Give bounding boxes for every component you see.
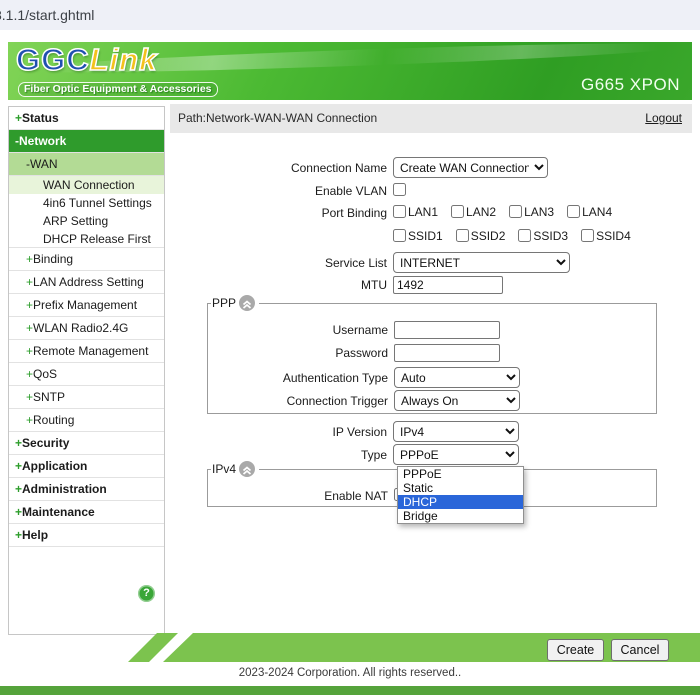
- port-binding-lan-row: Port Binding LAN1 LAN2 LAN3 LAN4: [170, 205, 694, 227]
- connection-trigger-row: Connection TriggerAlways On: [208, 390, 656, 412]
- username-row: Username: [208, 321, 656, 343]
- authentication-type-label: Authentication Type: [208, 371, 394, 385]
- ip-version-select[interactable]: IPv4: [393, 421, 519, 442]
- device-model-label: G665 XPON: [581, 75, 680, 95]
- sidebar-item-application[interactable]: +Application: [9, 455, 164, 478]
- password-row: Password: [208, 344, 656, 366]
- sidebar-item-binding[interactable]: +Binding: [9, 248, 164, 271]
- ip-version-label: IP Version: [170, 425, 393, 439]
- service-list-row: Service ListINTERNET: [170, 252, 694, 274]
- sidebar-item-help[interactable]: +Help: [9, 524, 164, 547]
- lan4-label: LAN4: [582, 205, 612, 219]
- sidebar-item-routing[interactable]: +Routing: [9, 409, 164, 432]
- sidebar-item-wan-connection[interactable]: WAN Connection: [9, 176, 164, 194]
- lan1-label: LAN1: [408, 205, 438, 219]
- lan3-label: LAN3: [524, 205, 554, 219]
- username-label: Username: [208, 323, 394, 337]
- port-binding-label: Port Binding: [170, 206, 393, 220]
- brand-tagline: Fiber Optic Equipment & Accessories: [18, 82, 218, 97]
- type-select[interactable]: PPPoE: [393, 444, 519, 465]
- enable-vlan-label: Enable VLAN: [170, 184, 393, 198]
- sidebar-item-4in6-tunnel-settings[interactable]: 4in6 Tunnel Settings: [9, 194, 164, 212]
- sidebar-item-dhcp-release-first[interactable]: DHCP Release First: [9, 230, 164, 248]
- sidebar-item-sntp[interactable]: +SNTP: [9, 386, 164, 409]
- sidebar-item-remote-management[interactable]: +Remote Management: [9, 340, 164, 363]
- password-input[interactable]: [394, 344, 500, 362]
- authentication-type-row: Authentication TypeAuto: [208, 367, 656, 389]
- connection-name-select[interactable]: Create WAN Connection: [393, 157, 548, 178]
- type-option-static[interactable]: Static: [398, 481, 523, 495]
- ssid4-label: SSID4: [596, 229, 631, 243]
- mtu-label: MTU: [170, 278, 393, 292]
- browser-url-bar[interactable]: 8.1.1/start.ghtml: [0, 0, 700, 30]
- sidebar-item-prefix-management[interactable]: +Prefix Management: [9, 294, 164, 317]
- sidebar-item-maintenance[interactable]: +Maintenance: [9, 501, 164, 524]
- breadcrumb-bar: Path:Network-WAN-WAN Connection Logout: [170, 104, 692, 133]
- username-input[interactable]: [394, 321, 500, 339]
- sidebar-item-network[interactable]: -Network: [9, 130, 164, 153]
- breadcrumb: Path:Network-WAN-WAN Connection: [178, 104, 377, 133]
- port-binding-ssid1-checkbox[interactable]: [393, 229, 406, 242]
- port-binding-lan4-checkbox[interactable]: [567, 205, 580, 218]
- password-label: Password: [208, 346, 394, 360]
- create-button[interactable]: Create: [547, 639, 604, 661]
- sidebar-item-administration[interactable]: +Administration: [9, 478, 164, 501]
- authentication-type-select[interactable]: Auto: [394, 367, 520, 388]
- enable-vlan-row: Enable VLAN: [170, 183, 694, 205]
- mtu-input[interactable]: [393, 276, 503, 294]
- type-label: Type: [170, 448, 393, 462]
- copyright-text: 2023-2024 Corporation. All rights reserv…: [0, 667, 700, 679]
- help-icon[interactable]: ?: [138, 585, 155, 602]
- ssid3-label: SSID3: [533, 229, 568, 243]
- port-binding-lan3-checkbox[interactable]: [509, 205, 522, 218]
- type-dropdown-list: PPPoE Static DHCP Bridge: [397, 466, 524, 524]
- type-option-dhcp[interactable]: DHCP: [398, 495, 523, 509]
- port-binding-lan1-checkbox[interactable]: [393, 205, 406, 218]
- logout-link[interactable]: Logout: [645, 104, 682, 133]
- type-option-pppoe[interactable]: PPPoE: [398, 467, 523, 481]
- ppp-section-title: PPP: [212, 296, 236, 310]
- sidebar-item-arp-setting[interactable]: ARP Setting: [9, 212, 164, 230]
- type-option-bridge[interactable]: Bridge: [398, 509, 523, 523]
- sidebar-item-lan-address-setting[interactable]: +LAN Address Setting: [9, 271, 164, 294]
- sidebar-item-status[interactable]: +Status: [9, 107, 164, 130]
- header-banner: GGCLink Fiber Optic Equipment & Accessor…: [8, 42, 692, 100]
- sidebar-item-wan[interactable]: -WAN: [9, 153, 164, 176]
- service-list-label: Service List: [170, 256, 393, 270]
- ppp-collapse-icon[interactable]: [239, 295, 255, 311]
- enable-nat-label: Enable NAT: [208, 489, 394, 503]
- connection-trigger-label: Connection Trigger: [208, 394, 394, 408]
- ssid2-label: SSID2: [471, 229, 506, 243]
- port-binding-lan2-checkbox[interactable]: [451, 205, 464, 218]
- ssid1-label: SSID1: [408, 229, 443, 243]
- port-binding-ssid3-checkbox[interactable]: [518, 229, 531, 242]
- logo-text-accent: Link: [90, 42, 158, 77]
- connection-name-row: Connection NameCreate WAN Connection: [170, 157, 694, 179]
- browser-url-text: 8.1.1/start.ghtml: [0, 0, 94, 30]
- bottom-green-strip: [0, 686, 700, 695]
- sidebar-nav: +Status -Network -WAN WAN Connection 4in…: [8, 106, 165, 635]
- cancel-button[interactable]: Cancel: [611, 639, 669, 661]
- ipv4-collapse-icon[interactable]: [239, 461, 255, 477]
- sidebar-item-wlan-radio24g[interactable]: +WLAN Radio2.4G: [9, 317, 164, 340]
- port-binding-ssid4-checkbox[interactable]: [581, 229, 594, 242]
- sidebar-item-security[interactable]: +Security: [9, 432, 164, 455]
- enable-vlan-checkbox[interactable]: [393, 183, 406, 196]
- port-binding-ssid2-checkbox[interactable]: [456, 229, 469, 242]
- logo-text-main: GGC: [16, 42, 90, 77]
- connection-trigger-select[interactable]: Always On: [394, 390, 520, 411]
- lan2-label: LAN2: [466, 205, 496, 219]
- sidebar-item-qos[interactable]: +QoS: [9, 363, 164, 386]
- ip-version-row: IP VersionIPv4: [170, 421, 694, 443]
- ppp-section: PPP Username Password Authentication Typ…: [207, 303, 657, 414]
- service-list-select[interactable]: INTERNET: [393, 252, 570, 273]
- brand-logo: GGCLink: [16, 42, 157, 78]
- ipv4-section-title: IPv4: [212, 462, 236, 476]
- connection-name-label: Connection Name: [170, 161, 393, 175]
- port-binding-ssid-row: SSID1 SSID2 SSID3 SSID4: [170, 229, 694, 251]
